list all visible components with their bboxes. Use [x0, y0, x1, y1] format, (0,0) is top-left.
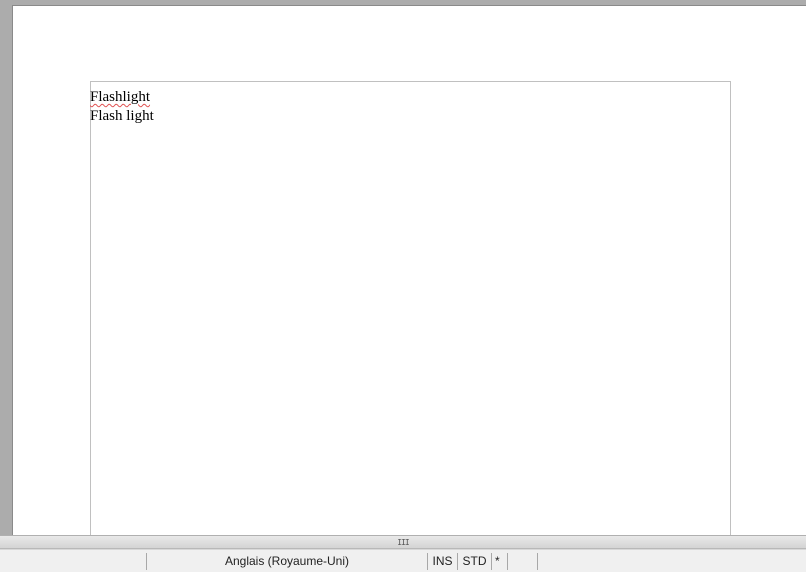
status-document-modified[interactable]: * [492, 553, 508, 570]
text-boundary [90, 81, 731, 535]
document-line-misspelled[interactable]: Flashlight [90, 88, 154, 107]
document-page[interactable]: Flashlight Flash light [13, 6, 806, 535]
status-cell-empty[interactable] [0, 553, 147, 570]
document-line[interactable]: Flash light [90, 107, 154, 126]
document-body[interactable]: Flashlight Flash light [90, 88, 154, 126]
scrollbar-grip-icon[interactable]: III [397, 538, 409, 547]
status-language[interactable]: Anglais (Royaume-Uni) [147, 553, 428, 570]
status-selection-mode[interactable]: STD [458, 553, 492, 570]
status-bar: Anglais (Royaume-Uni) INS STD * [0, 549, 806, 572]
status-cell-empty[interactable] [508, 553, 538, 570]
document-workspace: Flashlight Flash light [0, 0, 806, 535]
horizontal-scrollbar[interactable]: III [0, 535, 806, 549]
status-insert-mode[interactable]: INS [428, 553, 458, 570]
